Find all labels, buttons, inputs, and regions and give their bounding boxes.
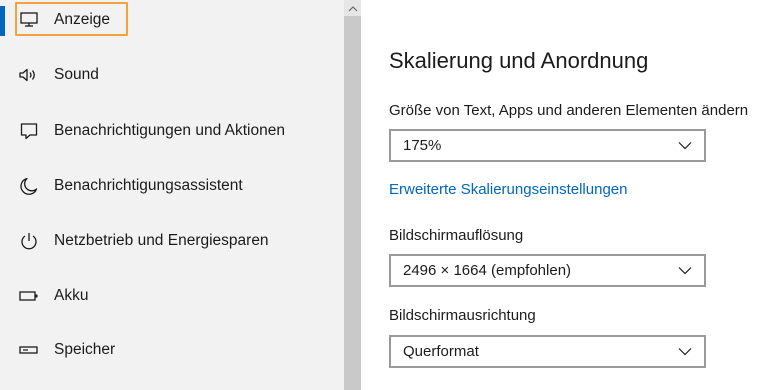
sidebar-item-benachrichtigungen[interactable]: Benachrichtigungen und Aktionen bbox=[0, 109, 344, 153]
sidebar-item-label: Speicher bbox=[54, 341, 116, 358]
speaker-icon bbox=[18, 64, 40, 86]
sidebar-item-akku[interactable]: Akku bbox=[0, 274, 344, 318]
chevron-down-icon bbox=[678, 266, 692, 276]
resolution-value: 2496 × 1664 (empfohlen) bbox=[403, 262, 572, 279]
sidebar-item-sound[interactable]: Sound bbox=[0, 53, 344, 97]
resolution-label: Bildschirmauflösung bbox=[389, 227, 524, 244]
resolution-dropdown[interactable]: 2496 × 1664 (empfohlen) bbox=[389, 254, 706, 287]
chevron-down-icon bbox=[678, 141, 692, 151]
scale-dropdown[interactable]: 175% bbox=[389, 129, 706, 162]
power-icon bbox=[18, 230, 40, 252]
storage-icon bbox=[18, 339, 40, 361]
sidebar-item-label: Benachrichtigungsassistent bbox=[54, 177, 243, 194]
chevron-down-icon bbox=[678, 347, 692, 357]
sidebar-item-speicher[interactable]: Speicher bbox=[0, 328, 344, 372]
orientation-dropdown[interactable]: Querformat bbox=[389, 335, 706, 368]
scale-label: Größe von Text, Apps und anderen Element… bbox=[389, 102, 749, 119]
monitor-icon bbox=[18, 8, 40, 30]
scale-value: 175% bbox=[403, 137, 442, 154]
battery-icon bbox=[18, 285, 40, 307]
sidebar-scrollbar[interactable] bbox=[344, 0, 361, 390]
scroll-up-button[interactable] bbox=[344, 0, 361, 16]
sidebar-item-label: Benachrichtigungen und Aktionen bbox=[54, 122, 285, 139]
sidebar-item-netzbetrieb[interactable]: Netzbetrieb und Energiesparen bbox=[0, 219, 344, 263]
sidebar-item-benachrichtigungsassistent[interactable]: Benachrichtigungsassistent bbox=[0, 164, 344, 208]
sidebar-item-label: Netzbetrieb und Energiesparen bbox=[54, 232, 269, 249]
sidebar-item-label: Anzeige bbox=[54, 11, 111, 28]
orientation-value: Querformat bbox=[403, 343, 479, 360]
orientation-label: Bildschirmausrichtung bbox=[389, 307, 536, 324]
notification-icon bbox=[18, 120, 40, 142]
sidebar: Anzeige Sound Benachrichtigungen und Akt… bbox=[0, 0, 344, 390]
advanced-scaling-link[interactable]: Erweiterte Skalierungseinstellungen bbox=[389, 181, 627, 198]
chevron-up-icon bbox=[348, 5, 358, 12]
sidebar-item-label: Akku bbox=[54, 287, 89, 304]
sidebar-item-label: Sound bbox=[54, 66, 99, 83]
active-indicator bbox=[0, 6, 5, 36]
section-title: Skalierung und Anordnung bbox=[389, 48, 649, 73]
sidebar-item-anzeige[interactable]: Anzeige bbox=[0, 0, 344, 44]
moon-icon bbox=[18, 175, 40, 197]
